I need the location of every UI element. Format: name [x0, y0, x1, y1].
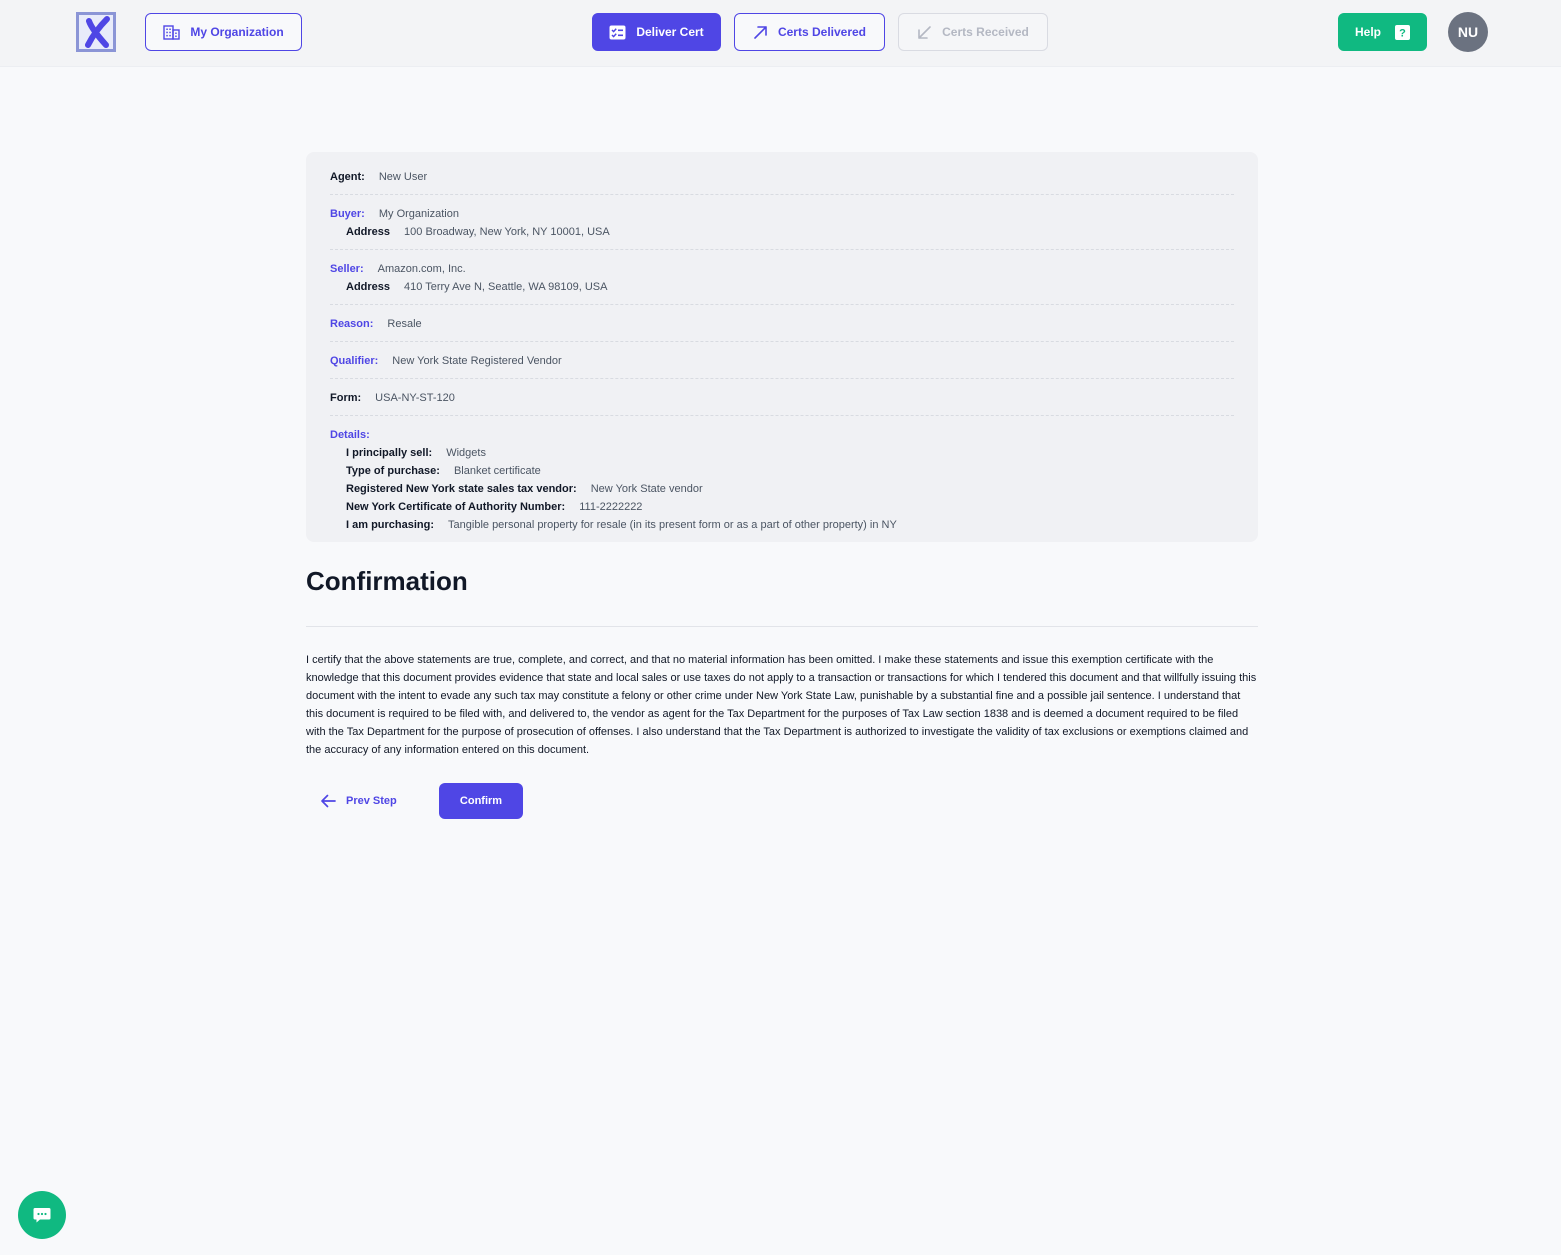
seller-address-value: 410 Terry Ave N, Seattle, WA 98109, USA	[404, 281, 608, 293]
details-section: Details: I principally sell: Widgets Type…	[330, 416, 1234, 542]
form-value: USA-NY-ST-120	[375, 392, 455, 404]
detail-label: Registered New York state sales tax vend…	[346, 483, 577, 495]
form-section: Form: USA-NY-ST-120	[330, 379, 1234, 416]
detail-row: Type of purchase: Blanket certificate	[330, 462, 1234, 480]
certs-delivered-button[interactable]: Certs Delivered	[734, 13, 885, 51]
certificate-summary-card: Agent: New User Buyer: My Organization Add…	[306, 152, 1258, 542]
detail-row: Registered New York state sales tax vend…	[330, 480, 1234, 498]
seller-label: Seller:	[330, 263, 364, 275]
seller-section: Seller: Amazon.com, Inc. Address 410 Terry…	[330, 250, 1234, 305]
buyer-address-value: 100 Broadway, New York, NY 10001, USA	[404, 226, 610, 238]
certs-received-button[interactable]: Certs Received	[898, 13, 1048, 51]
form-label: Form:	[330, 392, 362, 404]
deliver-cert-button[interactable]: Deliver Cert	[592, 13, 721, 51]
help-button[interactable]: Help ?	[1338, 13, 1427, 51]
certs-received-label: Certs Received	[942, 25, 1029, 39]
deliver-cert-label: Deliver Cert	[636, 25, 704, 39]
app-logo[interactable]	[76, 12, 116, 52]
chat-bubble-icon	[32, 1205, 52, 1225]
user-avatar[interactable]: NU	[1448, 12, 1488, 52]
arrow-left-icon	[320, 794, 336, 808]
list-check-icon	[609, 25, 626, 40]
reason-section: Reason: Resale	[330, 305, 1234, 342]
buyer-value: My Organization	[378, 208, 459, 220]
qualifier-value: New York State Registered Vendor	[392, 355, 562, 367]
question-mark-icon: ?	[1395, 24, 1410, 40]
detail-value: Blanket certificate	[453, 465, 541, 477]
confirmation-title: Confirmation	[306, 566, 468, 596]
reason-value: Resale	[387, 318, 422, 330]
buyer-label: Buyer:	[330, 208, 365, 220]
detail-value: Tangible personal property for resale (i…	[448, 519, 897, 531]
buyer-section: Buyer: My Organization Address 100 Broadwa…	[330, 195, 1234, 250]
confirm-button[interactable]: Confirm	[439, 783, 523, 819]
details-label: Details:	[330, 429, 370, 441]
qualifier-label: Qualifier:	[330, 355, 379, 367]
seller-address-label: Address	[346, 281, 391, 293]
svg-text:?: ?	[1399, 27, 1406, 39]
certs-delivered-label: Certs Delivered	[777, 25, 867, 39]
agent-value: New User	[378, 171, 428, 183]
qualifier-section: Qualifier: New York State Registered Vend…	[330, 342, 1234, 379]
detail-label: I principally sell:	[346, 447, 433, 459]
detail-label: New York Certificate of Authority Number…	[346, 501, 566, 513]
arrow-up-right-icon	[753, 25, 768, 40]
detail-value: New York State vendor	[590, 483, 703, 495]
detail-row: I am purchasing: Tangible personal proper…	[330, 516, 1234, 534]
my-organization-button[interactable]: My Organization	[145, 13, 302, 51]
detail-label: I am purchasing:	[346, 519, 435, 531]
buyer-address-label: Address	[346, 226, 391, 238]
detail-label: Type of purchase:	[346, 465, 440, 477]
detail-row: I principally sell: Widgets	[330, 444, 1234, 462]
top-navbar: My Organization Deliver Cert Certs Deliv…	[0, 0, 1561, 67]
reason-label: Reason:	[330, 318, 374, 330]
prev-step-button[interactable]: Prev Step	[320, 783, 397, 819]
detail-value: 111-2222222	[579, 501, 643, 513]
chat-widget-button[interactable]	[18, 1191, 66, 1239]
detail-row: New York Certificate of Authority Number…	[330, 498, 1234, 516]
seller-value: Amazon.com, Inc.	[377, 263, 466, 275]
detail-value: Widgets	[446, 447, 486, 459]
prev-step-label: Prev Step	[346, 795, 397, 807]
certification-statement: I certify that the above statements are …	[306, 654, 1257, 756]
x-logo-icon	[85, 16, 110, 48]
section-divider	[306, 626, 1258, 627]
building-icon	[163, 24, 181, 40]
agent-label: Agent:	[330, 171, 365, 183]
help-label: Help	[1354, 25, 1381, 39]
my-organization-label: My Organization	[190, 25, 284, 39]
agent-section: Agent: New User	[330, 152, 1234, 195]
arrow-down-left-icon	[917, 25, 932, 40]
